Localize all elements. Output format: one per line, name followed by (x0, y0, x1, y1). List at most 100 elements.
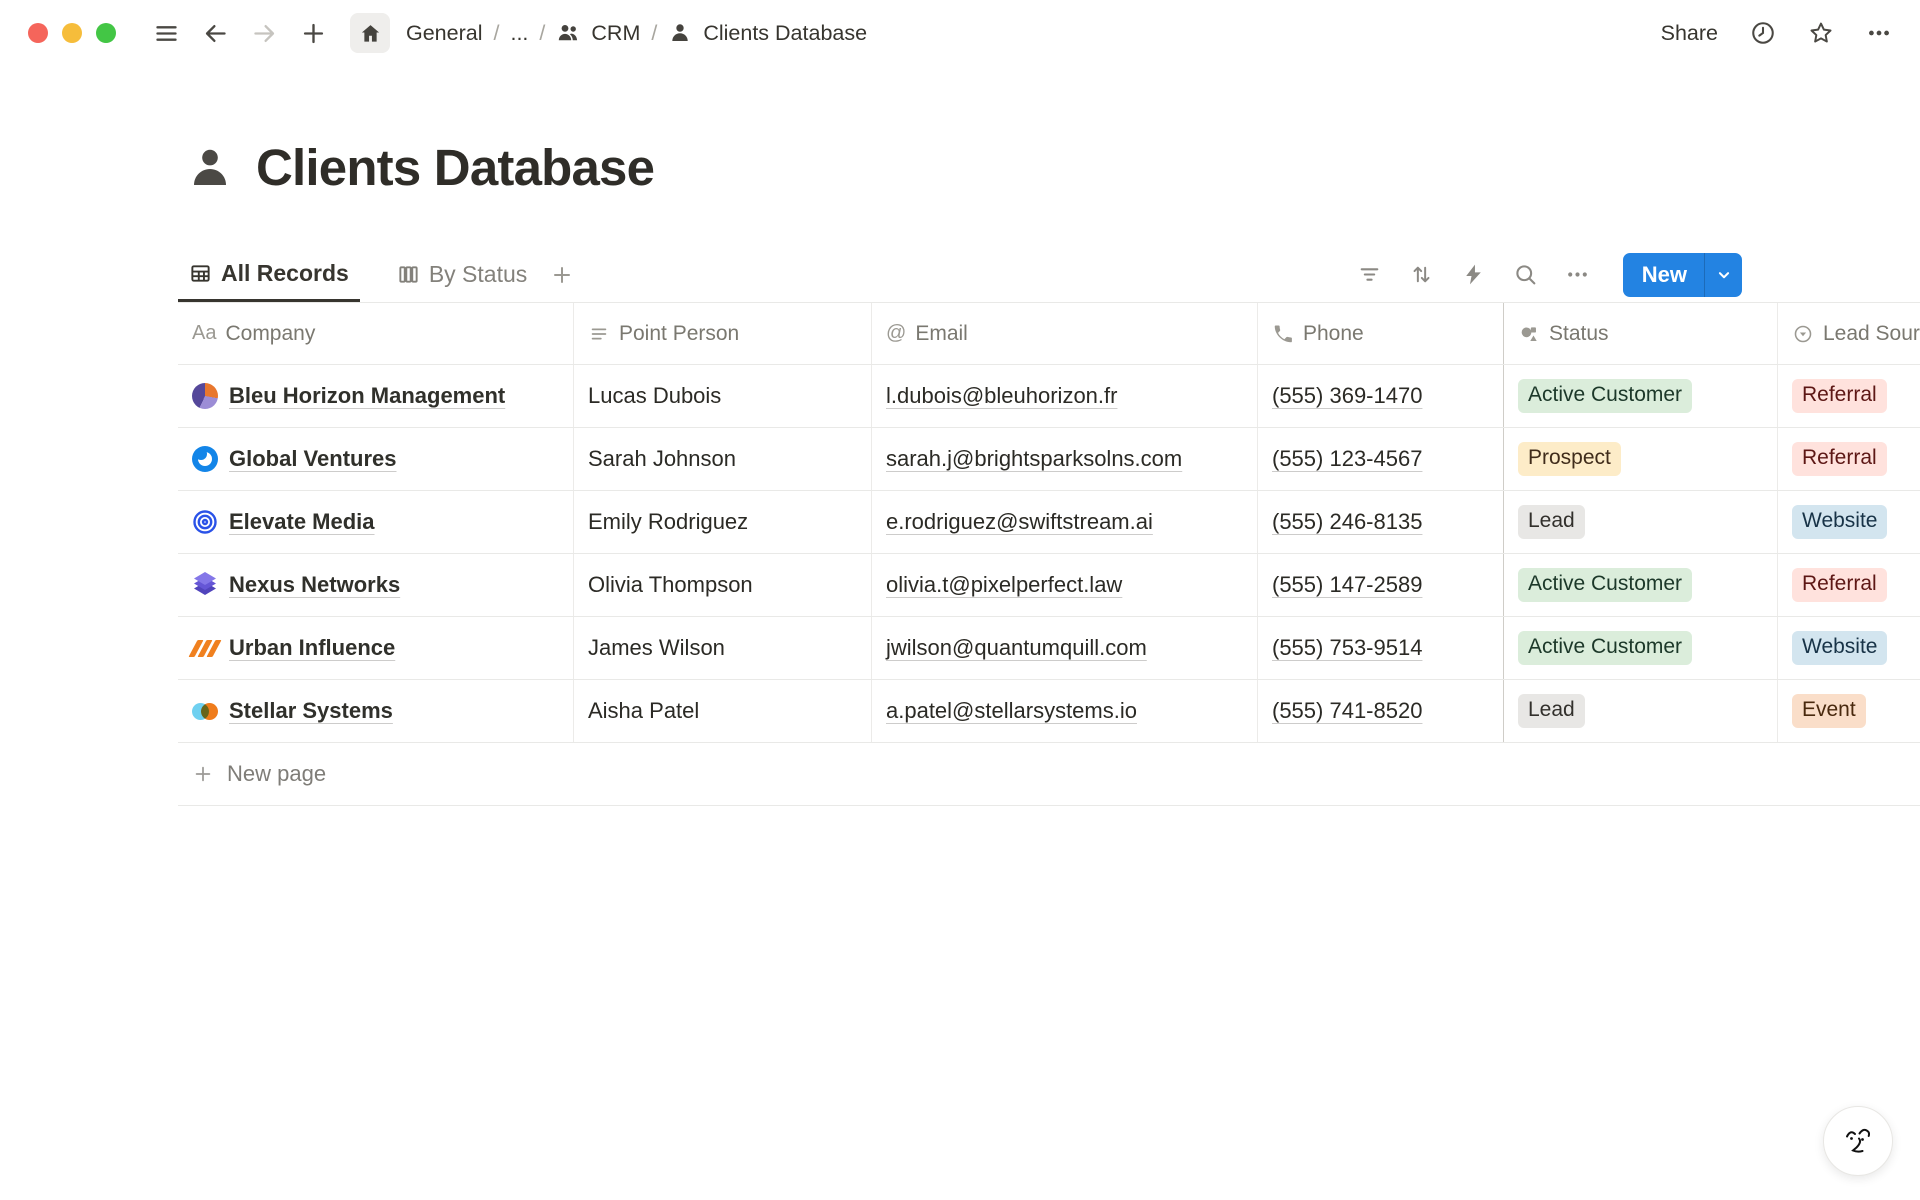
lead-source-cell[interactable]: Website (1778, 491, 1920, 553)
phone-link[interactable]: (555) 246-8135 (1272, 509, 1422, 535)
email-cell[interactable]: sarah.j@brightsparksolns.com (872, 428, 1258, 490)
status-cell[interactable]: Active Customer (1504, 365, 1778, 427)
lead-source-cell[interactable]: Website (1778, 617, 1920, 679)
breadcrumb-item-crm[interactable]: CRM (591, 21, 640, 46)
breadcrumb-item-ellipsis[interactable]: ... (510, 21, 528, 46)
tab-all-records[interactable]: All Records (178, 247, 360, 302)
status-cell[interactable]: Active Customer (1504, 554, 1778, 616)
company-cell[interactable]: Stellar Systems (178, 680, 574, 742)
phone-link[interactable]: (555) 753-9514 (1272, 635, 1422, 661)
point-person-cell[interactable]: Olivia Thompson (574, 554, 872, 616)
company-link[interactable]: Urban Influence (229, 635, 395, 661)
filter-icon[interactable] (1357, 262, 1382, 287)
column-header-company[interactable]: Aa Company (178, 303, 574, 364)
company-cell[interactable]: Elevate Media (178, 491, 574, 553)
favorite-star-icon[interactable] (1808, 20, 1834, 46)
company-link[interactable]: Elevate Media (229, 509, 375, 535)
company-cell[interactable]: Bleu Horizon Management (178, 365, 574, 427)
phone-link[interactable]: (555) 123-4567 (1272, 446, 1422, 472)
column-header-status[interactable]: Status (1504, 303, 1778, 364)
company-cell[interactable]: Nexus Networks (178, 554, 574, 616)
phone-link[interactable]: (555) 741-8520 (1272, 698, 1422, 724)
status-cell[interactable]: Lead (1504, 491, 1778, 553)
phone-icon (1272, 323, 1294, 345)
new-dropdown-button[interactable] (1705, 253, 1742, 297)
email-cell[interactable]: jwilson@quantumquill.com (872, 617, 1258, 679)
status-badge: Prospect (1518, 442, 1621, 475)
window-titlebar: General / ... / CRM / Clients Database S… (0, 0, 1920, 66)
minimize-button[interactable] (62, 23, 82, 43)
company-link[interactable]: Bleu Horizon Management (229, 383, 505, 409)
column-header-point-person[interactable]: Point Person (574, 303, 872, 364)
board-view-icon (397, 263, 420, 286)
company-link[interactable]: Nexus Networks (229, 572, 400, 598)
lead-source-cell[interactable]: Referral (1778, 428, 1920, 490)
phone-cell[interactable]: (555) 147-2589 (1258, 554, 1504, 616)
phone-cell[interactable]: (555) 753-9514 (1258, 617, 1504, 679)
share-button[interactable]: Share (1661, 21, 1718, 46)
home-button[interactable] (350, 13, 390, 53)
email-link[interactable]: a.patel@stellarsystems.io (886, 698, 1137, 724)
column-header-phone[interactable]: Phone (1258, 303, 1504, 364)
page-person-icon[interactable] (186, 144, 234, 192)
sort-icon[interactable] (1409, 262, 1434, 287)
point-person-cell[interactable]: Aisha Patel (574, 680, 872, 742)
phone-cell[interactable]: (555) 369-1470 (1258, 365, 1504, 427)
lead-source-badge: Referral (1792, 379, 1887, 412)
zoom-button[interactable] (96, 23, 116, 43)
column-header-email[interactable]: @ Email (872, 303, 1258, 364)
sidebar-menu-icon[interactable] (153, 20, 180, 47)
lead-source-cell[interactable]: Referral (1778, 365, 1920, 427)
person-icon (668, 21, 692, 45)
status-badge: Lead (1518, 694, 1585, 727)
point-person-cell[interactable]: Lucas Dubois (574, 365, 872, 427)
views-toolbar: All Records By Status New (178, 247, 1920, 303)
company-link[interactable]: Global Ventures (229, 446, 397, 472)
email-link[interactable]: e.rodriguez@swiftstream.ai (886, 509, 1153, 535)
table-header-row: Aa Company Point Person @ Email Phone St… (178, 303, 1920, 365)
point-person-cell[interactable]: Sarah Johnson (574, 428, 872, 490)
history-clock-icon[interactable] (1750, 20, 1776, 46)
email-cell[interactable]: l.dubois@bleuhorizon.fr (872, 365, 1258, 427)
point-person-cell[interactable]: James Wilson (574, 617, 872, 679)
forward-icon[interactable] (251, 20, 278, 47)
phone-cell[interactable]: (555) 246-8135 (1258, 491, 1504, 553)
phone-link[interactable]: (555) 147-2589 (1272, 572, 1422, 598)
company-link[interactable]: Stellar Systems (229, 698, 393, 724)
point-person-text: Sarah Johnson (588, 446, 736, 472)
new-button[interactable]: New (1623, 253, 1704, 297)
point-person-cell[interactable]: Emily Rodriguez (574, 491, 872, 553)
email-link[interactable]: l.dubois@bleuhorizon.fr (886, 383, 1117, 409)
email-link[interactable]: jwilson@quantumquill.com (886, 635, 1147, 661)
tab-by-status[interactable]: By Status (386, 247, 538, 302)
lead-source-cell[interactable]: Referral (1778, 554, 1920, 616)
add-view-icon[interactable] (550, 263, 574, 287)
more-options-icon[interactable] (1866, 20, 1892, 46)
email-link[interactable]: sarah.j@brightsparksolns.com (886, 446, 1182, 472)
search-icon[interactable] (1513, 262, 1538, 287)
column-header-lead-source[interactable]: Lead Source (1778, 303, 1920, 364)
email-cell[interactable]: olivia.t@pixelperfect.law (872, 554, 1258, 616)
status-cell[interactable]: Prospect (1504, 428, 1778, 490)
new-tab-icon[interactable] (300, 20, 327, 47)
view-options-icon[interactable] (1565, 262, 1590, 287)
notion-ai-button[interactable] (1823, 1106, 1893, 1176)
new-page-row[interactable]: New page (178, 743, 1920, 806)
breadcrumb-item-clients-database[interactable]: Clients Database (703, 21, 867, 46)
email-link[interactable]: olivia.t@pixelperfect.law (886, 572, 1122, 598)
status-cell[interactable]: Lead (1504, 680, 1778, 742)
company-cell[interactable]: Urban Influence (178, 617, 574, 679)
company-cell[interactable]: Global Ventures (178, 428, 574, 490)
email-cell[interactable]: e.rodriguez@swiftstream.ai (872, 491, 1258, 553)
phone-link[interactable]: (555) 369-1470 (1272, 383, 1422, 409)
phone-cell[interactable]: (555) 123-4567 (1258, 428, 1504, 490)
back-icon[interactable] (202, 20, 229, 47)
automation-bolt-icon[interactable] (1461, 262, 1486, 287)
lead-source-cell[interactable]: Event (1778, 680, 1920, 742)
email-cell[interactable]: a.patel@stellarsystems.io (872, 680, 1258, 742)
close-button[interactable] (28, 23, 48, 43)
page-title[interactable]: Clients Database (256, 138, 654, 197)
phone-cell[interactable]: (555) 741-8520 (1258, 680, 1504, 742)
breadcrumb-item-general[interactable]: General (406, 21, 483, 46)
status-cell[interactable]: Active Customer (1504, 617, 1778, 679)
